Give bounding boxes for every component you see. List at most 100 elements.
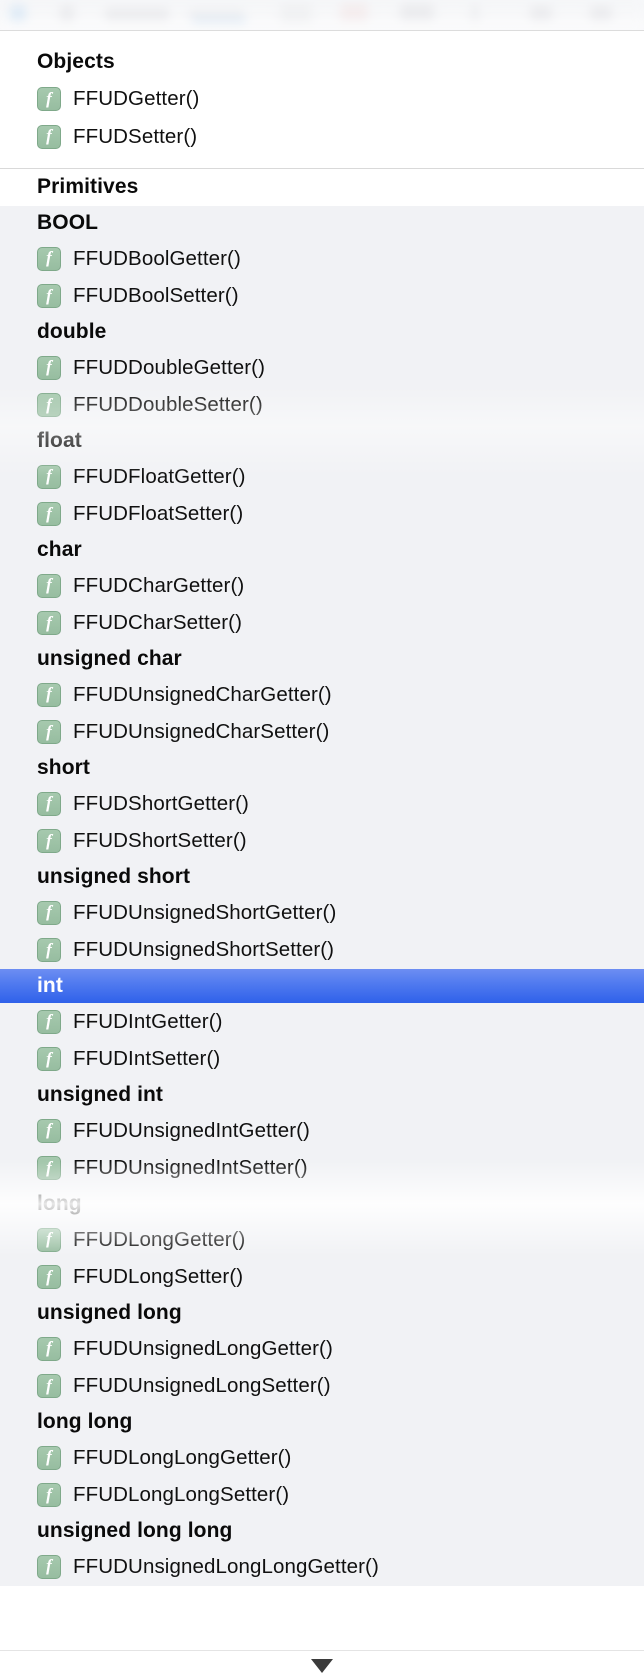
type-header[interactable]: short — [0, 751, 644, 785]
function-icon: f — [37, 720, 61, 745]
list-item[interactable]: f FFUDDoubleSetter() — [0, 387, 644, 425]
type-header-label: unsigned long long — [37, 1519, 233, 1542]
function-label: FFUDBoolSetter() — [73, 284, 239, 308]
type-header[interactable]: BOOL — [0, 206, 644, 240]
function-icon: f — [37, 1374, 61, 1399]
function-icon: f — [37, 682, 61, 707]
symbol-list-popover: Objects f FFUDGetter() f FFUDSetter() Primiti… — [0, 30, 644, 1680]
function-icon: f — [37, 791, 61, 816]
list-item[interactable]: f FFUDLongSetter() — [0, 1259, 644, 1297]
function-label: FFUDLongLongGetter() — [73, 1445, 292, 1469]
function-icon-glyph: f — [46, 248, 52, 268]
group-title: Primitives — [0, 168, 644, 206]
type-header[interactable]: unsigned long — [0, 1296, 644, 1330]
list-item[interactable]: f FFUDUnsignedCharSetter() — [0, 714, 644, 752]
type-header[interactable]: unsigned int — [0, 1078, 644, 1112]
symbol-list[interactable]: Objects f FFUDGetter() f FFUDSetter() Primiti… — [0, 31, 644, 1586]
function-icon: f — [37, 938, 61, 963]
function-label: FFUDLongSetter() — [73, 1265, 244, 1289]
list-item[interactable]: f FFUDUnsignedIntGetter() — [0, 1112, 644, 1150]
function-icon-glyph: f — [46, 575, 52, 595]
type-header-label: unsigned int — [37, 1083, 164, 1106]
function-label: FFUDGetter() — [73, 87, 200, 111]
list-item[interactable]: f FFUDIntGetter() — [0, 1003, 644, 1041]
list-item[interactable]: f FFUDLongLongGetter() — [0, 1439, 644, 1477]
scroll-down-button[interactable] — [0, 1650, 644, 1680]
type-header[interactable]: float — [0, 424, 644, 458]
list-item[interactable]: f FFUDUnsignedShortGetter() — [0, 894, 644, 932]
type-header-label: long — [37, 1192, 82, 1215]
list-item[interactable]: f FFUDUnsignedLongLongGetter() — [0, 1548, 644, 1586]
function-icon: f — [37, 829, 61, 854]
type-header-label: float — [37, 429, 82, 452]
function-icon: f — [37, 87, 61, 112]
type-header[interactable]: unsigned char — [0, 642, 644, 676]
function-label: FFUDUnsignedShortSetter() — [73, 938, 335, 962]
function-label: FFUDShortGetter() — [73, 791, 249, 815]
function-icon-glyph: f — [46, 1338, 52, 1358]
list-item[interactable]: f FFUDUnsignedIntSetter() — [0, 1150, 644, 1188]
type-header[interactable]: long — [0, 1187, 644, 1221]
list-item[interactable]: f FFUDFloatGetter() — [0, 458, 644, 496]
function-label: FFUDUnsignedIntSetter() — [73, 1156, 308, 1180]
list-item[interactable]: f FFUDLongGetter() — [0, 1221, 644, 1259]
type-header[interactable]: char — [0, 533, 644, 567]
function-icon-glyph: f — [46, 1484, 52, 1504]
function-icon: f — [37, 1009, 61, 1034]
function-icon: f — [37, 1047, 61, 1072]
function-icon-glyph: f — [46, 394, 52, 414]
function-icon: f — [37, 464, 61, 489]
function-icon-glyph: f — [46, 285, 52, 305]
list-item[interactable]: f FFUDBoolGetter() — [0, 240, 644, 278]
function-label: FFUDFloatGetter() — [73, 464, 246, 488]
function-icon: f — [37, 573, 61, 598]
function-icon-glyph: f — [46, 721, 52, 741]
symbol-group: Objects f FFUDGetter() f FFUDSetter() — [0, 31, 644, 168]
function-label: FFUDFloatSetter() — [73, 502, 244, 526]
list-item[interactable]: f FFUDShortSetter() — [0, 823, 644, 861]
list-item[interactable]: f FFUDUnsignedShortSetter() — [0, 932, 644, 970]
function-label: FFUDLongLongSetter() — [73, 1483, 290, 1507]
list-item[interactable]: f FFUDUnsignedCharGetter() — [0, 676, 644, 714]
list-item[interactable]: f FFUDCharGetter() — [0, 567, 644, 605]
function-icon-glyph: f — [46, 1266, 52, 1286]
type-header[interactable]: unsigned long long — [0, 1514, 644, 1548]
function-label: FFUDShortSetter() — [73, 829, 247, 853]
function-icon: f — [37, 124, 61, 149]
function-label: FFUDUnsignedShortGetter() — [73, 900, 337, 924]
function-icon-glyph: f — [46, 1447, 52, 1467]
list-item[interactable]: f FFUDIntSetter() — [0, 1041, 644, 1079]
list-item[interactable]: f FFUDUnsignedLongGetter() — [0, 1330, 644, 1368]
function-icon: f — [37, 1156, 61, 1181]
type-header-label: long long — [37, 1410, 133, 1433]
type-header-selected[interactable]: int — [0, 969, 644, 1003]
type-header[interactable]: unsigned short — [0, 860, 644, 894]
function-icon-glyph: f — [46, 612, 52, 632]
list-item[interactable]: f FFUDLongLongSetter() — [0, 1477, 644, 1515]
function-icon-glyph: f — [46, 793, 52, 813]
list-item[interactable]: f FFUDCharSetter() — [0, 605, 644, 643]
function-icon: f — [37, 246, 61, 271]
type-header-label: double — [37, 320, 107, 343]
list-item[interactable]: f FFUDBoolSetter() — [0, 278, 644, 316]
function-icon-glyph: f — [46, 1157, 52, 1177]
function-label: FFUDSetter() — [73, 124, 198, 148]
function-icon-glyph: f — [46, 357, 52, 377]
function-label: FFUDUnsignedCharGetter() — [73, 682, 332, 706]
type-header[interactable]: long long — [0, 1405, 644, 1439]
type-header-label: unsigned long — [37, 1301, 182, 1324]
list-item[interactable]: f FFUDShortGetter() — [0, 785, 644, 823]
function-icon: f — [37, 355, 61, 380]
list-item[interactable]: f FFUDSetter() — [0, 118, 644, 156]
function-icon: f — [37, 900, 61, 925]
function-icon: f — [37, 1483, 61, 1508]
function-icon: f — [37, 284, 61, 309]
function-icon-glyph: f — [46, 830, 52, 850]
list-item[interactable]: f FFUDUnsignedLongSetter() — [0, 1368, 644, 1406]
list-item[interactable]: f FFUDFloatSetter() — [0, 496, 644, 534]
type-header[interactable]: double — [0, 315, 644, 349]
list-item[interactable]: f FFUDGetter() — [0, 81, 644, 119]
symbol-group: Primitives BOOL f FFUDBoolGetter() f FFUDBool… — [0, 168, 644, 1586]
list-item[interactable]: f FFUDDoubleGetter() — [0, 349, 644, 387]
function-label: FFUDUnsignedLongSetter() — [73, 1374, 331, 1398]
